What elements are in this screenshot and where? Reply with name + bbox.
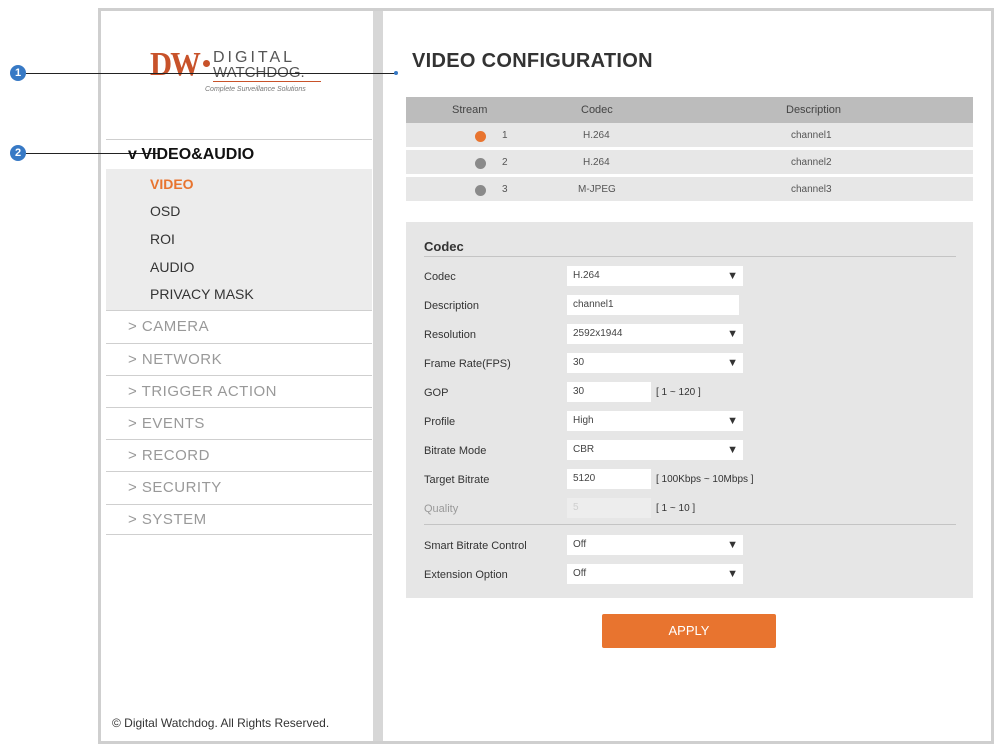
sidebar-section-trigger-action[interactable]: > TRIGGER ACTION <box>106 375 372 407</box>
extension-option-value: Off <box>573 568 587 579</box>
sidebar-item-video[interactable]: VIDEO <box>150 176 194 192</box>
callout-2: 2 <box>10 145 26 161</box>
dropdown-arrow-icon: ▼ <box>727 357 738 369</box>
logo-dot-icon <box>203 60 210 67</box>
dropdown-arrow-icon: ▼ <box>727 539 738 551</box>
codec-select[interactable]: H.264 ▼ <box>567 266 743 286</box>
target-bitrate-input[interactable]: 5120 <box>567 469 651 489</box>
row-codec: M-JPEG <box>578 184 616 195</box>
dropdown-arrow-icon: ▼ <box>727 444 738 456</box>
table-row[interactable]: 2 H.264 channel2 <box>406 150 973 177</box>
sidebar-section-events[interactable]: > EVENTS <box>106 407 372 439</box>
callout-1: 1 <box>10 65 26 81</box>
smart-bitrate-label: Smart Bitrate Control <box>424 540 527 552</box>
sidebar-item-osd[interactable]: OSD <box>150 203 180 219</box>
row-description: channel2 <box>791 157 832 168</box>
stream-table: Stream Codec Description 1 H.264 channel… <box>406 97 973 204</box>
description-input[interactable]: channel1 <box>567 295 739 315</box>
target-bitrate-range: [ 100Kbps ~ 10Mbps ] <box>656 474 754 485</box>
bitrate-mode-value: CBR <box>573 444 595 455</box>
resolution-label: Resolution <box>424 329 476 341</box>
header-codec: Codec <box>581 104 613 116</box>
sidebar-section-security[interactable]: > SECURITY <box>106 471 372 504</box>
sidebar-section-system[interactable]: > SYSTEM <box>106 504 372 535</box>
panel-divider <box>373 11 383 741</box>
extension-option-select[interactable]: Off ▼ <box>567 564 743 584</box>
callout-1-dot <box>394 71 398 75</box>
digital-watchdog-logo: DW DIGITAL WATCHDOG. Complete Surveillan… <box>150 48 330 110</box>
row-codec: H.264 <box>583 130 610 141</box>
gop-label: GOP <box>424 387 449 399</box>
frame-rate-select[interactable]: 30 ▼ <box>567 353 743 373</box>
sidebar-item-audio[interactable]: AUDIO <box>150 259 194 275</box>
dropdown-arrow-icon: ▼ <box>727 328 738 340</box>
dropdown-arrow-icon: ▼ <box>727 415 738 427</box>
frame-rate-value: 30 <box>573 357 585 368</box>
header-stream: Stream <box>452 104 488 116</box>
section-divider <box>424 256 956 257</box>
logo-tagline: Complete Surveillance Solutions <box>205 86 306 93</box>
resolution-select[interactable]: 2592x1944 ▼ <box>567 324 743 344</box>
frame-rate-label: Frame Rate(FPS) <box>424 358 511 370</box>
gop-range: [ 1 ~ 120 ] <box>656 387 701 398</box>
bitrate-mode-select[interactable]: CBR ▼ <box>567 440 743 460</box>
sidebar-section-camera[interactable]: > CAMERA <box>106 310 372 343</box>
row-description: channel3 <box>791 184 832 195</box>
logo-rule <box>213 81 321 82</box>
gop-input[interactable]: 30 <box>567 382 651 402</box>
dropdown-arrow-icon: ▼ <box>727 568 738 580</box>
resolution-value: 2592x1944 <box>573 328 623 339</box>
table-row[interactable]: 3 M-JPEG channel3 <box>406 177 973 204</box>
copyright-text: © Digital Watchdog. All Rights Reserved. <box>112 716 330 730</box>
stream-table-header: Stream Codec Description <box>406 97 973 123</box>
sidebar-section-record[interactable]: > RECORD <box>106 439 372 471</box>
sidebar-section-video-audio[interactable]: v VIDEO&AUDIO <box>106 139 372 169</box>
quality-input: 5 <box>567 498 651 518</box>
header-description: Description <box>786 104 842 116</box>
profile-select[interactable]: High ▼ <box>567 411 743 431</box>
stream-radio-icon[interactable] <box>475 185 486 196</box>
quality-range: [ 1 ~ 10 ] <box>656 503 696 514</box>
stream-radio-icon[interactable] <box>475 131 486 142</box>
codec-settings-panel: Codec Codec H.264 ▼ Description channel1… <box>406 222 973 598</box>
quality-label: Quality <box>424 503 459 515</box>
sidebar-item-privacy-mask[interactable]: PRIVACY MASK <box>150 286 254 302</box>
sidebar-section-label: v VIDEO&AUDIO <box>128 146 255 163</box>
sidebar-item-roi[interactable]: ROI <box>150 231 175 247</box>
row-description: channel1 <box>791 130 832 141</box>
codec-label: Codec <box>424 271 456 283</box>
page-title: VIDEO CONFIGURATION <box>412 50 653 72</box>
stream-radio-icon[interactable] <box>475 158 486 169</box>
row-codec: H.264 <box>583 157 610 168</box>
codec-section-title: Codec <box>424 239 464 254</box>
description-label: Description <box>424 300 480 312</box>
smart-bitrate-select[interactable]: Off ▼ <box>567 535 743 555</box>
apply-button[interactable]: APPLY <box>602 614 776 648</box>
profile-value: High <box>573 415 594 426</box>
callout-1-line <box>26 73 396 74</box>
sidebar-section-network[interactable]: > NETWORK <box>106 343 372 375</box>
bitrate-mode-label: Bitrate Mode <box>424 445 487 457</box>
profile-label: Profile <box>424 416 456 428</box>
target-bitrate-label: Target Bitrate <box>424 474 490 486</box>
dropdown-arrow-icon: ▼ <box>727 270 738 282</box>
row-stream: 1 <box>502 130 508 141</box>
table-row[interactable]: 1 H.264 channel1 <box>406 123 973 150</box>
logo-brand: DW <box>150 46 201 83</box>
extension-option-label: Extension Option <box>424 569 508 581</box>
row-stream: 2 <box>502 157 508 168</box>
smart-bitrate-value: Off <box>573 539 587 550</box>
section-divider <box>424 524 956 525</box>
row-stream: 3 <box>502 184 508 195</box>
codec-value: H.264 <box>573 270 600 281</box>
